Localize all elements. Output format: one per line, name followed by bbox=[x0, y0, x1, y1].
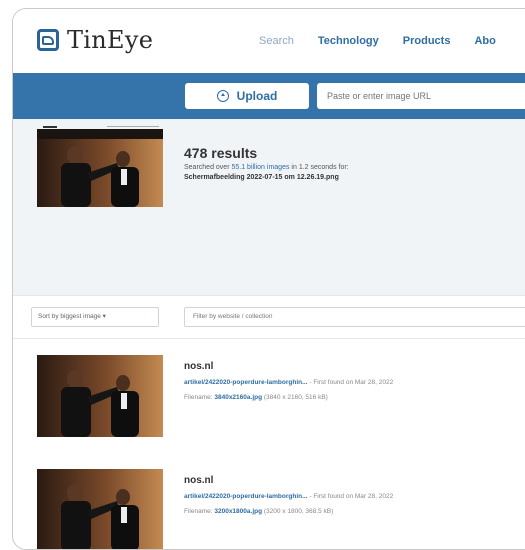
results-count: 478 results bbox=[184, 145, 258, 161]
main-nav: Search Technology Products Abo bbox=[259, 35, 496, 47]
query-image[interactable] bbox=[37, 125, 163, 207]
result-first-found: - First found on Mar 28, 2022 bbox=[309, 379, 394, 386]
result-file-name[interactable]: 3840x2160a.jpg bbox=[214, 394, 262, 401]
tineye-logo-icon bbox=[37, 29, 59, 51]
result-file-row: Filename: 3200x1800a.jpg (3200 x 1800, 3… bbox=[184, 508, 333, 515]
search-stats-prefix: Searched over bbox=[184, 164, 230, 171]
sort-dropdown[interactable]: Sort by biggest image ▾ bbox=[31, 307, 159, 327]
nav-products[interactable]: Products bbox=[403, 35, 451, 47]
logo[interactable]: TinEye bbox=[37, 26, 153, 54]
result-file-label: Filename: bbox=[184, 394, 213, 401]
logo-text: TinEye bbox=[67, 26, 154, 54]
result-file-name[interactable]: 3200x1800a.jpg bbox=[214, 508, 262, 515]
result-file-label: Filename: bbox=[184, 508, 213, 515]
filter-row: Sort by biggest image ▾ Filter by websit… bbox=[13, 295, 525, 339]
result-link-row: artikel/2422020-poperdure-lamborghin... … bbox=[184, 493, 393, 500]
search-stats-link[interactable]: 55.1 billion images bbox=[231, 164, 289, 171]
query-summary: 478 results Searched over 55.1 billion i… bbox=[13, 119, 525, 295]
website-filter-input[interactable]: Filter by website / collection bbox=[184, 307, 525, 327]
result-file-meta: (3200 x 1800, 368.5 kB) bbox=[263, 508, 334, 515]
result-thumbnail[interactable] bbox=[37, 355, 163, 437]
result-file-meta: (3840 x 2160, 516 kB) bbox=[263, 394, 328, 401]
result-link[interactable]: artikel/2422020-poperdure-lamborghin... bbox=[184, 379, 308, 386]
image-url-input[interactable] bbox=[317, 83, 525, 109]
result-domain[interactable]: nos.nl bbox=[184, 475, 213, 486]
query-image-photo bbox=[37, 129, 163, 207]
search-stats-suffix: in 1.2 seconds for: bbox=[291, 164, 349, 171]
result-link-row: artikel/2422020-poperdure-lamborghin... … bbox=[184, 379, 393, 386]
query-filename: Schermafbeelding 2022-07-15 om 12.26.19.… bbox=[184, 174, 339, 181]
nav-search[interactable]: Search bbox=[259, 35, 294, 47]
result-link[interactable]: artikel/2422020-poperdure-lamborghin... bbox=[184, 493, 308, 500]
result-file-row: Filename: 3840x2160a.jpg (3840 x 2160, 5… bbox=[184, 394, 328, 401]
browser-frame: TinEye Search Technology Products Abo Up… bbox=[12, 8, 525, 550]
nav-technology[interactable]: Technology bbox=[318, 35, 379, 47]
search-bar: Upload bbox=[13, 73, 525, 119]
upload-button[interactable]: Upload bbox=[185, 83, 309, 109]
upload-icon bbox=[216, 90, 229, 102]
upload-label: Upload bbox=[236, 89, 278, 103]
search-stats: Searched over 55.1 billion images in 1.2… bbox=[184, 164, 349, 171]
result-item: nos.nl artikel/2422020-poperdure-lamborg… bbox=[13, 469, 525, 550]
top-navigation: TinEye Search Technology Products Abo bbox=[13, 9, 525, 73]
result-first-found: - First found on Mar 28, 2022 bbox=[309, 493, 394, 500]
result-item: nos.nl artikel/2422020-poperdure-lamborg… bbox=[13, 355, 525, 455]
nav-about[interactable]: Abo bbox=[474, 35, 495, 47]
result-thumbnail[interactable] bbox=[37, 469, 163, 550]
result-domain[interactable]: nos.nl bbox=[184, 361, 213, 372]
